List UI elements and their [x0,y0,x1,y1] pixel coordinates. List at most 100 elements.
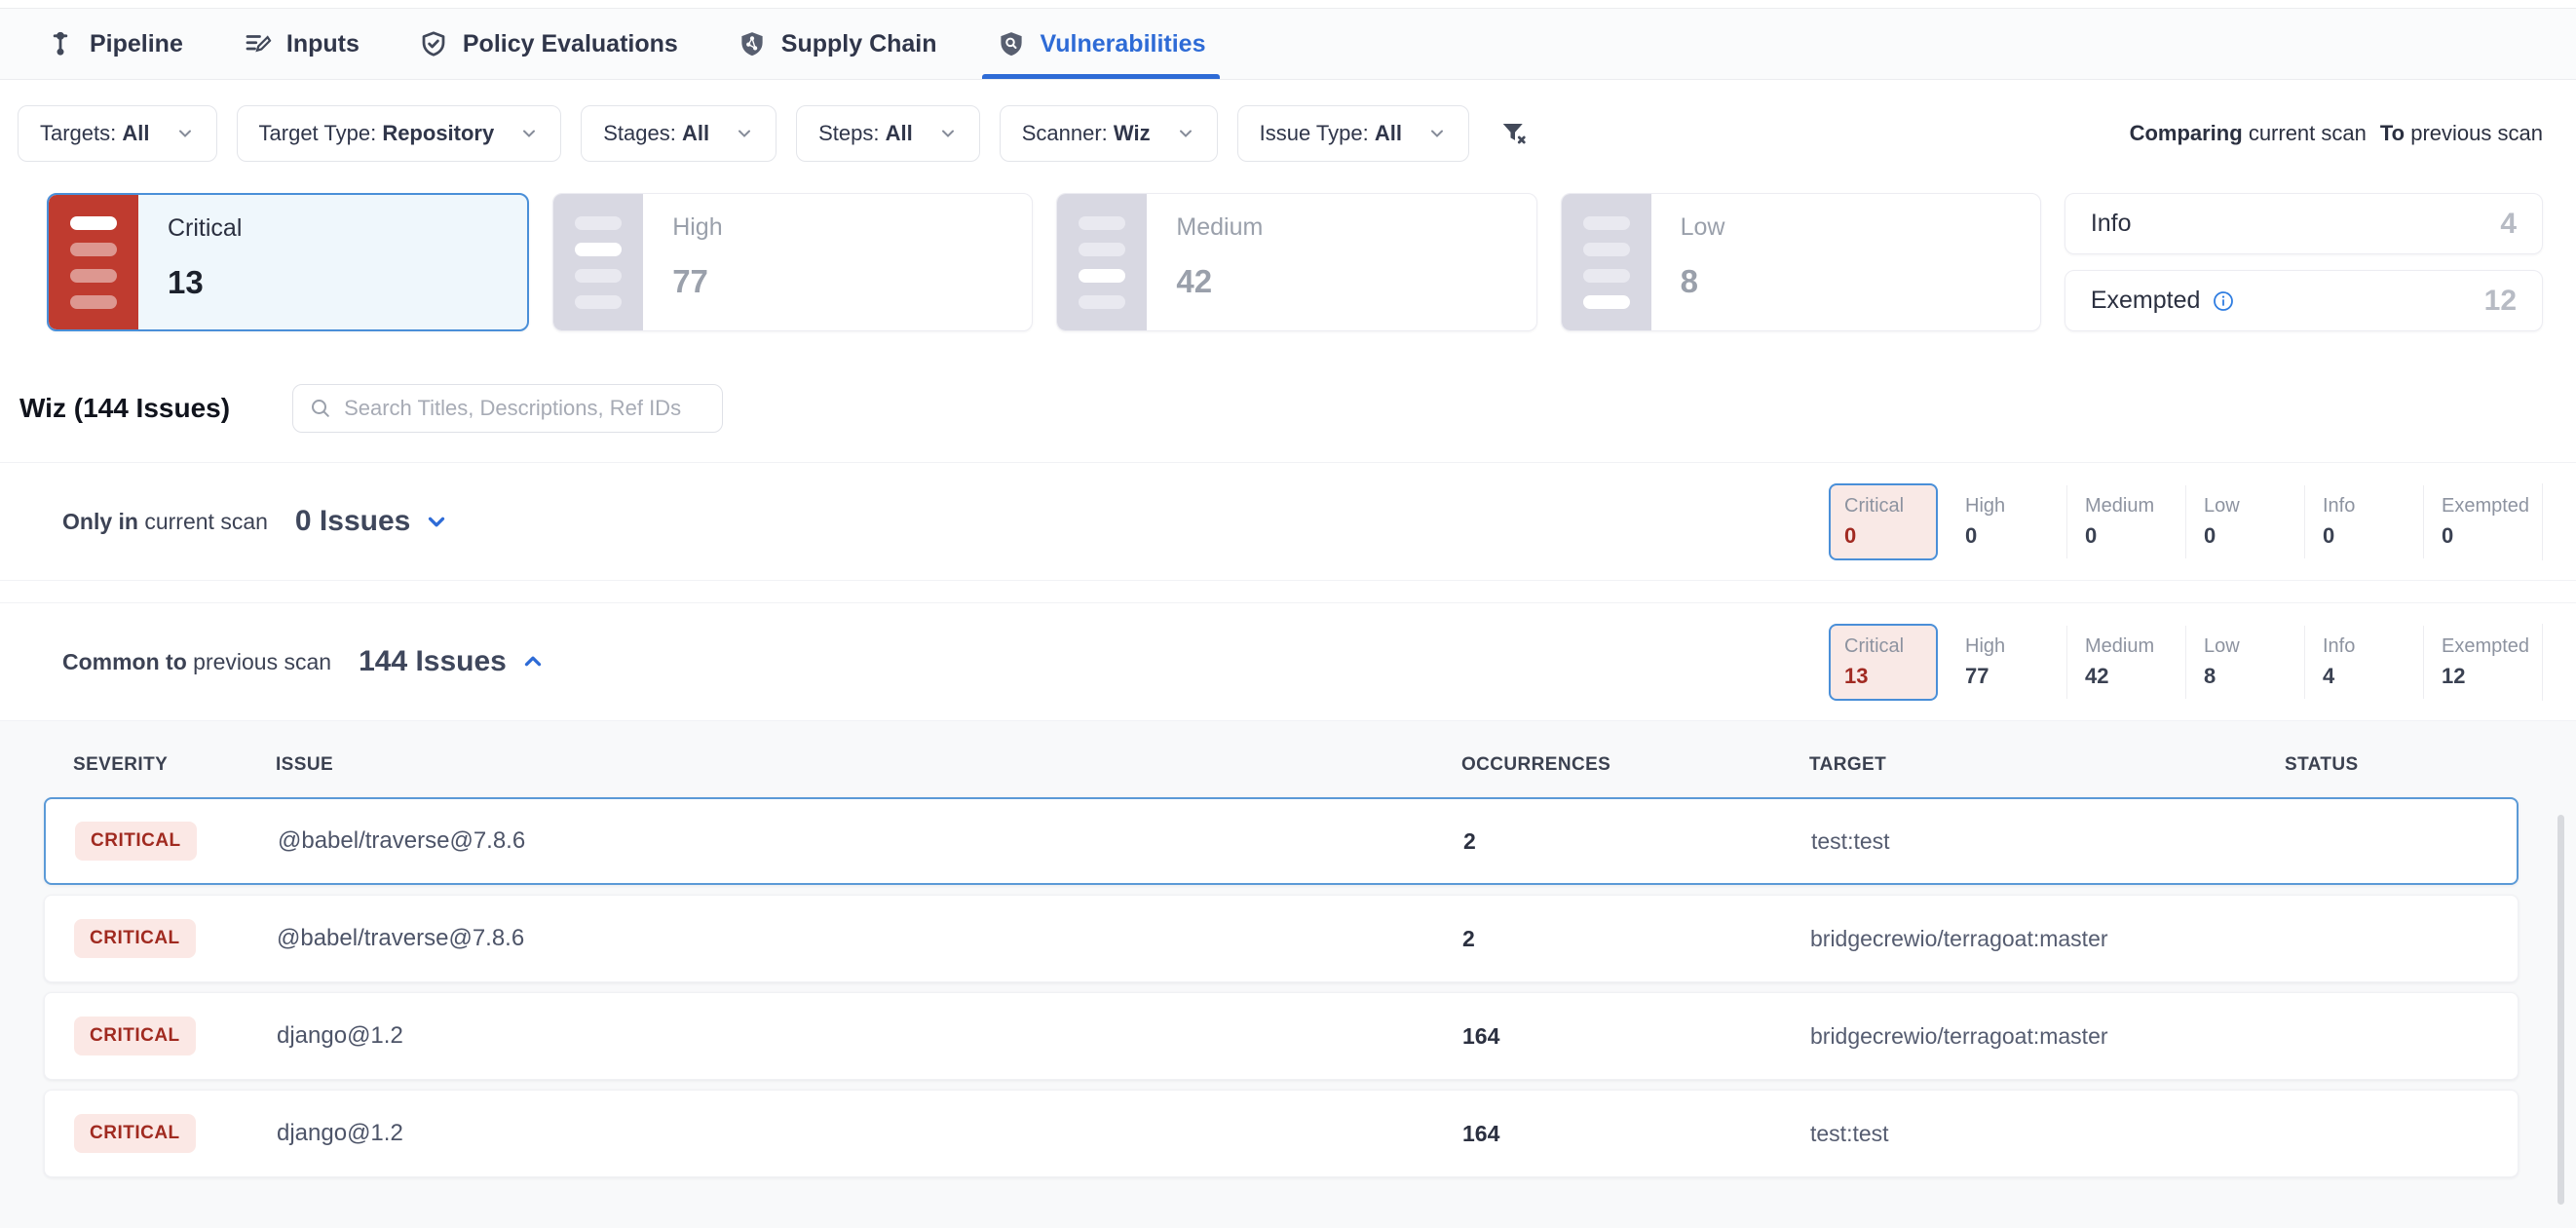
chevron-down-icon [1176,124,1195,143]
filter-stages[interactable]: Stages: All [581,105,777,162]
issue-cell: django@1.2 [277,1022,1462,1050]
scanner-header: Wiz (144 Issues) [0,331,2576,462]
chevron-down-icon [519,124,539,143]
divider [2542,483,2543,560]
col-issue: ISSUE [276,754,1461,776]
search-icon [309,397,332,420]
target-cell: bridgecrewio/terragoat:master [1810,926,2286,952]
severity-card-count: 8 [1681,263,1725,300]
tab-supply-chain[interactable]: Supply Chain [729,9,945,79]
issues-count: 144 Issues [359,645,507,678]
chip-info[interactable]: Info 0 [2304,485,2423,558]
occurrences-cell: 164 [1462,1023,1810,1050]
col-target: TARGET [1809,754,2285,776]
severity-card-count: 4 [2500,208,2517,241]
comparison-label: Comparing current scanTo previous scan [2130,121,2543,146]
chip-exempted[interactable]: Exempted 12 [2423,626,2542,699]
table-row[interactable]: CRITICAL django@1.2 164 bridgecrewio/ter… [44,992,2519,1080]
severity-level-icon [553,194,643,330]
issues-toggle[interactable]: 144 Issues [359,645,546,678]
chip-critical[interactable]: Critical 0 [1829,483,1938,560]
chip-high[interactable]: High 77 [1948,626,2066,699]
table-row[interactable]: CRITICAL @babel/traverse@7.8.6 2 test:te… [44,797,2519,885]
severity-level-icon [1562,194,1651,330]
shield-network-icon [737,28,768,59]
chevron-down-icon [175,124,195,143]
tab-label: Inputs [286,30,360,58]
occurrences-cell: 164 [1462,1121,1810,1147]
tab-label: Supply Chain [781,30,937,58]
filter-text: Targets: All [40,121,150,146]
tab-label: Pipeline [90,30,183,58]
clear-filters-icon[interactable] [1493,112,1535,155]
occurrences-cell: 2 [1462,926,1810,952]
section-label: Common to previous scan [62,649,331,675]
filter-target-type[interactable]: Target Type: Repository [237,105,562,162]
severity-card-count: 13 [168,264,242,301]
section-only-current: Only in current scan 0 Issues Critical 0… [0,462,2576,581]
section-label: Only in current scan [62,509,268,535]
severity-card-medium[interactable]: Medium 42 [1056,193,1536,331]
tab-vulnerabilities[interactable]: Vulnerabilities [988,9,1214,79]
severity-card-high[interactable]: High 77 [552,193,1033,331]
table-row[interactable]: CRITICAL @babel/traverse@7.8.6 2 bridgec… [44,895,2519,982]
chip-medium[interactable]: Medium 42 [2066,626,2185,699]
side-cards: Info 4 Exempted 12 [2065,193,2543,331]
tab-inputs[interactable]: Inputs [234,9,367,79]
filter-text: Stages: All [603,121,709,146]
chip-exempted[interactable]: Exempted 0 [2423,485,2542,558]
issue-cell: django@1.2 [277,1120,1462,1147]
severity-card-count: 42 [1176,263,1263,300]
divider [2542,624,2543,701]
issues-toggle[interactable]: 0 Issues [295,505,449,538]
target-cell: test:test [1811,828,2287,855]
filter-scanner[interactable]: Scanner: Wiz [1000,105,1218,162]
severity-card-label: Info [2091,210,2132,238]
tab-pipeline[interactable]: Pipeline [37,9,191,79]
col-occurrences: OCCURRENCES [1461,754,1809,776]
col-severity: SEVERITY [73,754,276,776]
severity-card-critical[interactable]: Critical 13 [47,193,529,331]
search-input[interactable] [344,396,706,421]
pipeline-icon [45,28,76,59]
shield-check-icon [418,28,449,59]
severity-card-label: High [672,213,722,242]
filter-targets[interactable]: Targets: All [18,105,217,162]
severity-card-low[interactable]: Low 8 [1561,193,2041,331]
chip-info[interactable]: Info 4 [2304,626,2423,699]
chevron-down-icon [938,124,958,143]
severity-level-icon [49,195,138,329]
chip-high[interactable]: High 0 [1948,485,2066,558]
severity-chips: Critical 13 High 77 Medium 42 Low 8 Info… [1829,624,2543,701]
severity-cards-row: Critical 13 High 77 Medium 42 [0,181,2576,331]
tab-label: Policy Evaluations [463,30,678,58]
filter-text: Scanner: Wiz [1022,121,1151,146]
tab-policy-evaluations[interactable]: Policy Evaluations [410,9,686,79]
table-header: SEVERITY ISSUE OCCURRENCES TARGET STATUS [0,721,2576,797]
filter-issue-type[interactable]: Issue Type: All [1237,105,1469,162]
chip-low[interactable]: Low 8 [2185,626,2304,699]
chevron-down-icon [424,509,449,534]
scanner-title: Wiz (144 Issues) [19,393,230,424]
severity-card-exempted[interactable]: Exempted 12 [2065,270,2543,331]
chip-critical[interactable]: Critical 13 [1829,624,1938,701]
issues-table: SEVERITY ISSUE OCCURRENCES TARGET STATUS… [0,721,2576,1228]
shield-search-icon [996,28,1027,59]
search-box[interactable] [292,384,723,433]
chevron-down-icon [1427,124,1447,143]
target-cell: bridgecrewio/terragoat:master [1810,1023,2286,1050]
vertical-scrollbar[interactable] [2557,815,2564,1205]
chip-medium[interactable]: Medium 0 [2066,485,2185,558]
severity-card-count: 77 [672,263,722,300]
severity-card-info[interactable]: Info 4 [2065,193,2543,254]
occurrences-cell: 2 [1463,828,1811,855]
issue-cell: @babel/traverse@7.8.6 [278,827,1463,855]
filter-steps[interactable]: Steps: All [796,105,980,162]
tab-label: Vulnerabilities [1041,30,1206,58]
filter-text: Issue Type: All [1260,121,1402,146]
chip-low[interactable]: Low 0 [2185,485,2304,558]
table-row[interactable]: CRITICAL django@1.2 164 test:test [44,1090,2519,1177]
section-common-previous: Common to previous scan 144 Issues Criti… [0,602,2576,721]
severity-badge: CRITICAL [74,919,196,958]
filter-text: Target Type: Repository [259,121,495,146]
